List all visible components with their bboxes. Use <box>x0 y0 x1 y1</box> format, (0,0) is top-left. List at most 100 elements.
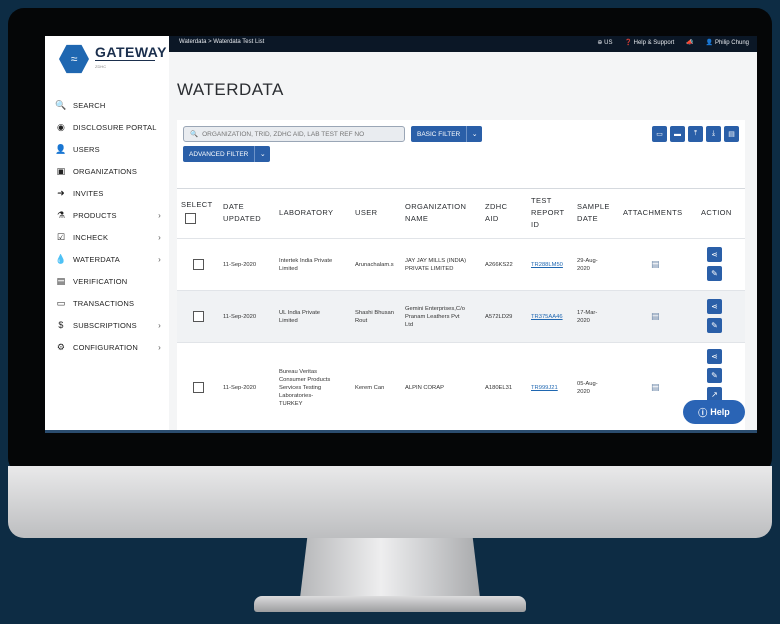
app-screen: ≈ GATEWAY ZDHC 🔍 SEARCH ◉ DISCLOSURE PORTAL… <box>45 36 757 433</box>
chevron-right-icon: › <box>158 210 161 220</box>
waterdata-panel: 🔍 BASIC FILTER ⌄ ADVANCED FILTER ⌄ ▭ ▬ ⤒… <box>177 120 745 430</box>
col-date-updated[interactable]: DATE UPDATED <box>223 201 261 225</box>
basic-filter-button[interactable]: BASIC FILTER <box>411 126 467 142</box>
edit-icon[interactable]: ✎ <box>707 368 722 383</box>
sidebar-item-waterdata[interactable]: 💧 WATERDATA › <box>55 248 165 270</box>
edit-icon[interactable]: ✎ <box>707 266 722 281</box>
chevron-down-icon[interactable]: ⌄ <box>466 126 483 142</box>
sidebar-item-label: DISCLOSURE PORTAL <box>73 122 157 132</box>
row-actions: ⋖ ✎ <box>707 247 722 281</box>
document-icon[interactable]: ▤ <box>724 126 739 142</box>
globe-icon: ◉ <box>56 121 66 132</box>
sidebar-item-products[interactable]: ⚗ PRODUCTS › <box>55 204 165 226</box>
breadcrumb[interactable]: Waterdata > Waterdata Test List <box>179 39 264 45</box>
help-button[interactable]: ⓘ Help <box>683 400 745 424</box>
row-actions: ⋖ ✎ ↗ <box>707 349 722 402</box>
question-circle-icon: ⓘ <box>698 407 708 418</box>
organization-name: JAY JAY MILLS (INDIA) PRIVATE LIMITED <box>405 258 467 272</box>
attachment-icon[interactable]: ▤ <box>651 312 660 321</box>
region-selector[interactable]: ⊕ US <box>597 39 612 46</box>
search-input[interactable] <box>202 130 403 138</box>
droplet-icon: 💧 <box>55 253 67 264</box>
app-name: GATEWAY <box>95 44 167 60</box>
row-checkbox[interactable] <box>193 259 204 270</box>
sidebar: ≈ GATEWAY ZDHC 🔍 SEARCH ◉ DISCLOSURE PORTAL… <box>45 36 169 430</box>
col-user[interactable]: USER <box>355 207 377 219</box>
sidebar-item-label: INVITES <box>73 188 104 198</box>
sidebar-item-incheck[interactable]: ☑ INCHECK › <box>55 226 165 248</box>
row-checkbox[interactable] <box>193 311 204 322</box>
test-report-link[interactable]: TR999J21 <box>531 384 558 392</box>
attachment-icon[interactable]: ▤ <box>651 260 660 269</box>
sidebar-item-verification[interactable]: ▤ VERIFICATION <box>55 270 165 292</box>
user-menu[interactable]: 👤 Philip Chung <box>706 39 749 46</box>
share-icon[interactable]: ⋖ <box>707 299 722 314</box>
card-view-icon[interactable]: ▭ <box>652 126 667 142</box>
chevron-right-icon: › <box>158 232 161 242</box>
date-updated: 11-Sep-2020 <box>223 385 257 391</box>
sidebar-item-label: ORGANIZATIONS <box>73 166 138 176</box>
sidebar-item-users[interactable]: 👤 USERS <box>55 138 165 160</box>
water-waves-icon: ≈ <box>59 44 89 74</box>
row-checkbox[interactable] <box>193 382 204 393</box>
laboratory: UL India Private Limited <box>279 310 321 324</box>
row-actions: ⋖ ✎ <box>707 299 722 333</box>
gear-icon: ⚙ <box>56 341 66 352</box>
select-all-checkbox[interactable] <box>185 213 196 224</box>
upload-icon[interactable]: ⤒ <box>688 126 703 142</box>
test-report-link[interactable]: TR375AA46 <box>531 313 563 321</box>
file-icon: ▤ <box>56 275 66 286</box>
sidebar-item-label: USERS <box>73 144 100 154</box>
test-report-link[interactable]: TR288LM50 <box>531 261 563 269</box>
question-icon: ❓ <box>624 40 632 46</box>
list-view-icon[interactable]: ▬ <box>670 126 685 142</box>
organization-name: Gemini Enterprises,C/o Pranam Leathers Pv… <box>405 306 465 328</box>
globe-icon: ⊕ <box>597 40 603 46</box>
attachment-icon[interactable]: ▤ <box>651 383 660 392</box>
date-updated: 11-Sep-2020 <box>223 314 257 320</box>
app-tagline: ZDHC <box>95 64 107 69</box>
edit-icon[interactable]: ✎ <box>707 318 722 333</box>
advanced-filter-group: ADVANCED FILTER ⌄ <box>183 146 271 162</box>
chevron-down-icon[interactable]: ⌄ <box>254 146 271 162</box>
monitor-stand <box>300 538 480 598</box>
sidebar-item-configuration[interactable]: ⚙ CONFIGURATION › <box>55 336 165 358</box>
sidebar-item-label: INCHECK <box>73 232 109 242</box>
user-icon: 👤 <box>705 40 714 46</box>
zdhc-aid: A266KS22 <box>485 262 513 268</box>
search-box[interactable]: 🔍 <box>183 126 405 142</box>
col-zdhc-aid[interactable]: ZDHC AID <box>485 201 507 225</box>
share-icon[interactable]: ⋖ <box>707 349 722 364</box>
download-icon[interactable]: ⤓ <box>706 126 721 142</box>
sidebar-item-search[interactable]: 🔍 SEARCH <box>55 94 165 116</box>
sign-in-icon: ➜ <box>57 187 65 198</box>
sidebar-nav: 🔍 SEARCH ◉ DISCLOSURE PORTAL 👤 USERS ▣ ORGANIZA… <box>55 94 165 358</box>
col-attachments: ATTACHMENTS <box>623 208 683 217</box>
col-sample-date[interactable]: SAMPLE DATE <box>577 201 610 225</box>
col-test-report-id[interactable]: TEST REPORT ID <box>531 195 565 231</box>
col-laboratory[interactable]: LABORATORY <box>279 207 333 219</box>
organization-name: ALPIN CORAP <box>405 385 444 391</box>
sidebar-item-disclosure-portal[interactable]: ◉ DISCLOSURE PORTAL <box>55 116 165 138</box>
help-support-link[interactable]: ❓ Help & Support <box>624 39 674 46</box>
app-logo[interactable]: ≈ GATEWAY ZDHC <box>53 40 166 76</box>
sidebar-item-subscriptions[interactable]: $ SUBSCRIPTIONS › <box>55 314 165 336</box>
table-row: 11-Sep-2020 Intertek India Private Limited… <box>177 238 745 290</box>
date-updated: 11-Sep-2020 <box>223 262 257 268</box>
sample-date: 29-Aug- 2020 <box>577 258 598 272</box>
briefcase-icon: ▣ <box>56 165 66 176</box>
col-organization-name[interactable]: ORGANIZATION NAME <box>405 201 466 225</box>
sidebar-item-label: CONFIGURATION <box>73 342 138 352</box>
advanced-filter-button[interactable]: ADVANCED FILTER <box>183 146 255 162</box>
sidebar-item-invites[interactable]: ➜ INVITES <box>55 182 165 204</box>
sidebar-item-organizations[interactable]: ▣ ORGANIZATIONS <box>55 160 165 182</box>
user-icon: 👤 <box>55 143 67 154</box>
monitor-chin <box>8 466 772 538</box>
sidebar-item-transactions[interactable]: ▭ TRANSACTIONS <box>55 292 165 314</box>
notification-icon[interactable]: 📣 <box>686 39 693 46</box>
share-icon[interactable]: ⋖ <box>707 247 722 262</box>
top-bar: Waterdata > Waterdata Test List ⊕ US ❓ H… <box>169 36 757 52</box>
table-toolbar: ▭ ▬ ⤒ ⤓ ▤ <box>652 126 739 142</box>
sidebar-item-label: WATERDATA <box>73 254 120 264</box>
table-header: SELECT DATE UPDATED LABORATORY USER ORGA… <box>177 188 745 238</box>
